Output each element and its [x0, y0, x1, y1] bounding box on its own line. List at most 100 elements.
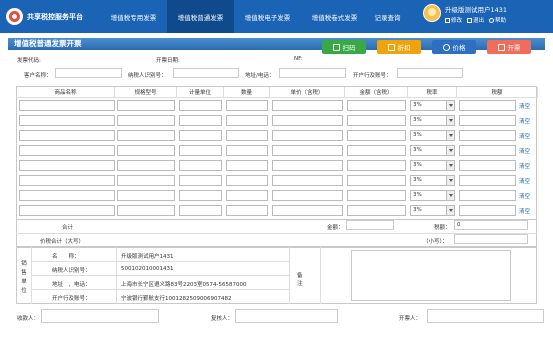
- unit-input[interactable]: [179, 100, 222, 111]
- amount-input[interactable]: [347, 115, 406, 126]
- tax-rate-select[interactable]: 3%: [410, 115, 455, 126]
- clear-row-link[interactable]: 清空: [519, 147, 530, 155]
- clear-row-link[interactable]: 清空: [519, 162, 530, 170]
- amount-input[interactable]: [347, 130, 406, 141]
- price-button[interactable]: 价格: [432, 40, 476, 54]
- amount-input[interactable]: [347, 190, 406, 201]
- spec-input[interactable]: [117, 205, 175, 216]
- amount-input[interactable]: [347, 205, 406, 216]
- quantity-input[interactable]: [226, 175, 268, 186]
- unit-price-input[interactable]: [272, 190, 343, 201]
- scan-icon: [332, 43, 340, 51]
- product-name-input[interactable]: [19, 175, 115, 186]
- tax-id-input[interactable]: [173, 68, 239, 78]
- product-name-input[interactable]: [19, 190, 115, 201]
- drawer-input[interactable]: [427, 309, 544, 323]
- product-name-input[interactable]: [19, 205, 115, 216]
- product-name-input[interactable]: [19, 100, 115, 111]
- product-name-input[interactable]: [19, 130, 115, 141]
- amount-input[interactable]: [347, 160, 406, 171]
- tax-rate-select[interactable]: 3%: [410, 160, 455, 171]
- quantity-input[interactable]: [226, 145, 268, 156]
- grand-total-label: 价税合计（大写）: [40, 239, 85, 245]
- invoice-date-label: 开票日期:: [156, 58, 180, 64]
- tax-rate-select[interactable]: 3%: [410, 190, 455, 201]
- tax-rate-select[interactable]: 3%: [410, 175, 455, 186]
- spec-input[interactable]: [117, 130, 175, 141]
- tax-rate-select[interactable]: 3%: [410, 100, 455, 111]
- grand-total-small-field: [454, 234, 528, 244]
- logout-link[interactable]: 退出: [467, 16, 484, 24]
- unit-input[interactable]: [179, 145, 222, 156]
- brand-name: 共享税控服务平台: [27, 12, 83, 21]
- nav-electronic-invoice[interactable]: 增值税电子发票: [234, 0, 301, 33]
- unit-price-input[interactable]: [272, 130, 343, 141]
- tax-rate-select[interactable]: 3%: [410, 145, 455, 156]
- nav-special-invoice[interactable]: 增值税专用发票: [100, 0, 167, 33]
- unit-input[interactable]: [179, 115, 222, 126]
- tax-amount-input[interactable]: [459, 205, 516, 216]
- table-row: 3% 清空: [17, 115, 536, 126]
- tax-amount-input[interactable]: [459, 100, 516, 111]
- tax-rate-select[interactable]: 3%: [410, 205, 455, 216]
- clear-row-link[interactable]: 清空: [519, 177, 530, 185]
- unit-price-input[interactable]: [272, 115, 343, 126]
- customer-name-label: 客户名称：: [24, 73, 52, 79]
- help-link[interactable]: 帮助: [489, 16, 506, 24]
- unit-input[interactable]: [179, 175, 222, 186]
- spec-input[interactable]: [117, 115, 175, 126]
- spec-input[interactable]: [117, 175, 175, 186]
- payee-input[interactable]: [41, 309, 159, 323]
- unit-input[interactable]: [179, 160, 222, 171]
- quantity-input[interactable]: [226, 130, 268, 141]
- remark-label: 备注: [297, 273, 303, 287]
- avatar[interactable]: [423, 4, 441, 22]
- unit-price-input[interactable]: [272, 160, 343, 171]
- bank-account-input[interactable]: [397, 68, 463, 78]
- edit-link[interactable]: 修改: [445, 16, 462, 24]
- nav-records[interactable]: 记录查询: [354, 0, 421, 33]
- unit-price-input[interactable]: [272, 100, 343, 111]
- tax-amount-input[interactable]: [459, 130, 516, 141]
- amount-input[interactable]: [347, 100, 406, 111]
- spec-input[interactable]: [117, 145, 175, 156]
- tax-rate-select[interactable]: 3%: [410, 130, 455, 141]
- amount-input[interactable]: [347, 175, 406, 186]
- discount-button[interactable]: 折扣: [377, 40, 421, 54]
- address-phone-input[interactable]: [279, 68, 346, 78]
- unit-input[interactable]: [179, 205, 222, 216]
- issue-button[interactable]: 开票: [487, 40, 531, 54]
- quantity-input[interactable]: [226, 190, 268, 201]
- customer-name-input[interactable]: [55, 68, 122, 78]
- product-name-input[interactable]: [19, 145, 115, 156]
- spec-input[interactable]: [117, 100, 175, 111]
- reviewer-input[interactable]: [235, 309, 338, 323]
- tax-amount-input[interactable]: [459, 160, 516, 171]
- nav-normal-invoice[interactable]: 增值税普通发票: [167, 0, 234, 33]
- clear-row-link[interactable]: 清空: [519, 117, 530, 125]
- scan-button[interactable]: 扫码: [322, 40, 366, 54]
- clear-row-link[interactable]: 清空: [519, 192, 530, 200]
- unit-input[interactable]: [179, 130, 222, 141]
- spec-input[interactable]: [117, 190, 175, 201]
- tax-amount-input[interactable]: [459, 145, 516, 156]
- quantity-input[interactable]: [226, 100, 268, 111]
- unit-price-input[interactable]: [272, 145, 343, 156]
- tax-amount-input[interactable]: [459, 175, 516, 186]
- unit-price-input[interactable]: [272, 205, 343, 216]
- quantity-input[interactable]: [226, 160, 268, 171]
- product-name-input[interactable]: [19, 160, 115, 171]
- quantity-input[interactable]: [226, 115, 268, 126]
- clear-row-link[interactable]: 清空: [519, 102, 530, 110]
- unit-price-input[interactable]: [272, 175, 343, 186]
- product-name-input[interactable]: [19, 115, 115, 126]
- tax-amount-input[interactable]: [459, 115, 516, 126]
- amount-input[interactable]: [347, 145, 406, 156]
- clear-row-link[interactable]: 清空: [519, 132, 530, 140]
- quantity-input[interactable]: [226, 205, 268, 216]
- spec-input[interactable]: [117, 160, 175, 171]
- clear-row-link[interactable]: 清空: [519, 207, 530, 215]
- tax-amount-input[interactable]: [459, 190, 516, 201]
- remark-input[interactable]: [351, 250, 511, 301]
- unit-input[interactable]: [179, 190, 222, 201]
